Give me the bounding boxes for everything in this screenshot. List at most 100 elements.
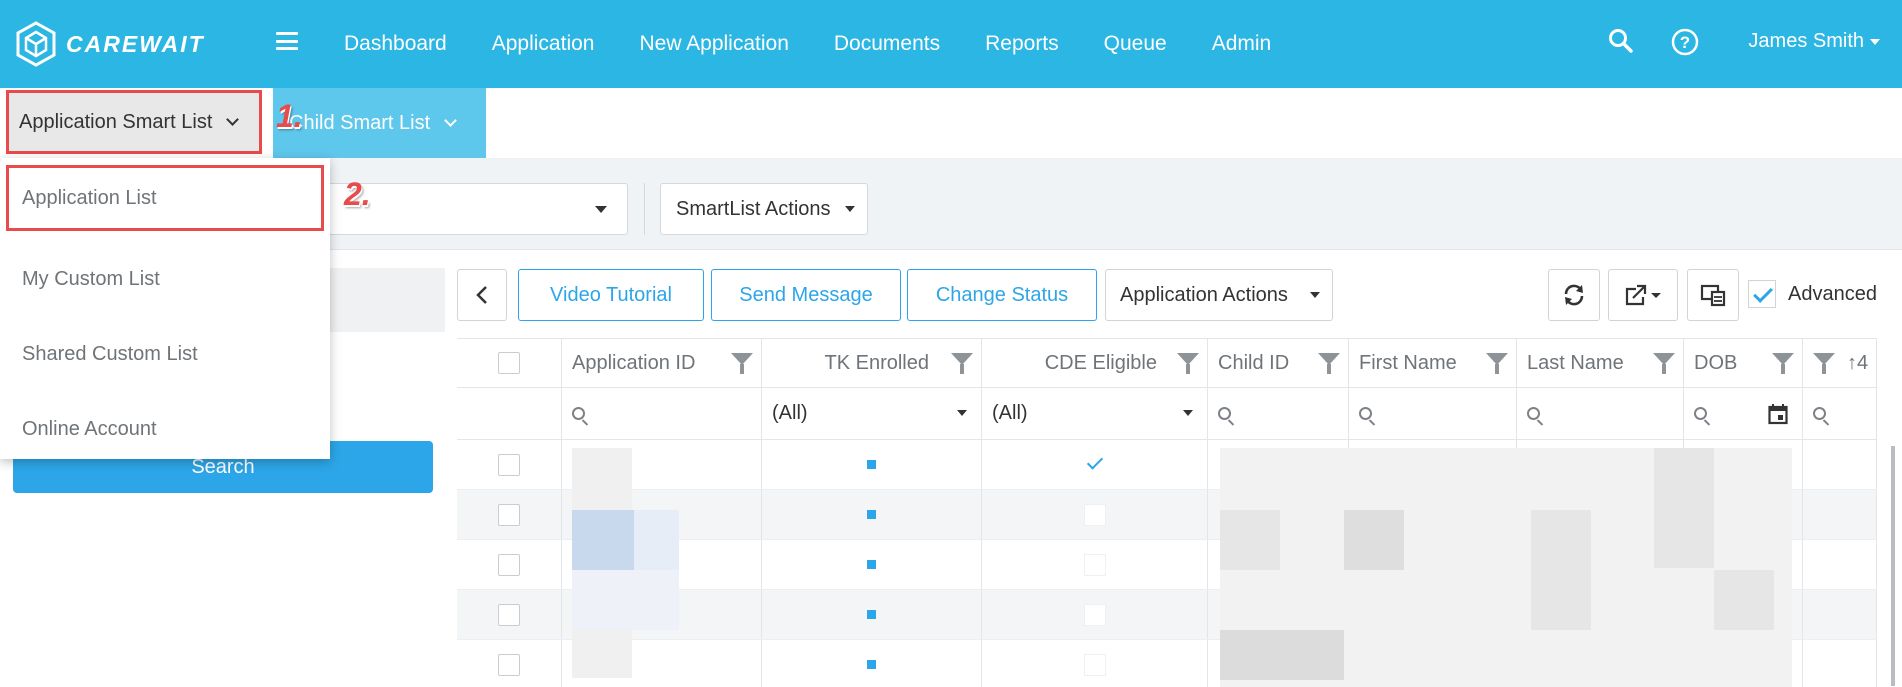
nav-admin[interactable]: Admin	[1212, 32, 1272, 56]
filter-funnel-icon[interactable]	[1813, 353, 1835, 374]
table-cell	[982, 440, 1208, 489]
video-tutorial-button[interactable]: Video Tutorial	[518, 269, 704, 321]
user-menu[interactable]: James Smith	[1748, 30, 1880, 53]
cde-eligible-checkbox	[1083, 603, 1106, 626]
nav-reports[interactable]: Reports	[985, 32, 1059, 56]
advanced-toggle[interactable]: Advanced	[1748, 280, 1877, 308]
nav-queue[interactable]: Queue	[1104, 32, 1167, 56]
help-icon[interactable]: ?	[1671, 28, 1699, 56]
menu-item-my-custom-list[interactable]: My Custom List	[0, 242, 330, 317]
send-message-button[interactable]: Send Message	[711, 269, 901, 321]
nav-documents[interactable]: Documents	[834, 32, 940, 56]
tk-enrolled-indicator	[867, 610, 876, 619]
cde-eligible-checkbox	[1083, 503, 1106, 526]
redacted-child-id	[1220, 510, 1280, 570]
column-header-application-id[interactable]: Application ID	[562, 339, 762, 387]
column-header-child-id[interactable]: Child ID	[1208, 339, 1349, 387]
column-header-dob[interactable]: DOB	[1684, 339, 1803, 387]
table-cell	[457, 590, 562, 639]
filter-child-id[interactable]	[1208, 388, 1349, 439]
row-checkbox[interactable]	[498, 653, 520, 676]
row-checkbox[interactable]	[498, 553, 520, 576]
back-button[interactable]	[457, 269, 507, 321]
column-header-label: CDE Eligible	[1044, 351, 1157, 374]
redacted-dob	[1714, 570, 1774, 630]
search-icon[interactable]	[1608, 28, 1634, 54]
table-cell	[1803, 440, 1877, 489]
menu-item-application-list[interactable]: Application List	[6, 165, 324, 231]
advanced-checkbox[interactable]	[1748, 280, 1776, 308]
annotation-step-2: 2.	[344, 176, 371, 212]
filter-last-name[interactable]	[1517, 388, 1684, 439]
filter-dob[interactable]	[1684, 388, 1803, 439]
table-cell	[982, 590, 1208, 639]
row-checkbox[interactable]	[498, 453, 520, 476]
chevron-down-icon	[226, 112, 240, 126]
table-cell	[457, 440, 562, 489]
column-header-cde-eligible[interactable]: CDE Eligible	[982, 339, 1208, 387]
filter-value: (All)	[772, 402, 808, 424]
nav-new-application[interactable]: New Application	[639, 32, 788, 56]
refresh-button[interactable]	[1548, 269, 1600, 321]
application-actions-button[interactable]: Application Actions	[1105, 269, 1333, 321]
row-checkbox[interactable]	[498, 503, 520, 526]
search-icon	[1359, 407, 1372, 420]
hamburger-menu-icon[interactable]	[276, 32, 298, 50]
cde-eligible-checkbox	[1083, 653, 1106, 676]
smart-list-dropdown-menu: Application List My Custom List Shared C…	[0, 158, 330, 459]
column-header-sorted[interactable]: ↑4	[1803, 339, 1877, 387]
menu-item-online-account[interactable]: Online Account	[0, 392, 330, 467]
filter-funnel-icon[interactable]	[1318, 353, 1340, 374]
logo-cube-icon	[16, 21, 56, 67]
refresh-icon	[1564, 284, 1584, 306]
redacted-first-name	[1344, 510, 1404, 570]
application-actions-label: Application Actions	[1120, 283, 1288, 306]
logo-text: CAREWAIT	[66, 30, 205, 57]
filter-funnel-icon[interactable]	[1486, 353, 1508, 374]
filter-funnel-icon[interactable]	[951, 353, 973, 374]
smartlist-actions-button[interactable]: SmartList Actions	[660, 183, 868, 235]
filter-last-column[interactable]	[1803, 388, 1877, 439]
table-cell	[762, 440, 982, 489]
filter-funnel-icon[interactable]	[1772, 353, 1794, 374]
filter-application-id[interactable]	[562, 388, 762, 439]
nav-dashboard[interactable]: Dashboard	[344, 32, 447, 56]
vertical-scrollbar[interactable]	[1891, 446, 1895, 686]
select-all-checkbox[interactable]	[498, 352, 520, 374]
tab-application-smart-list[interactable]: Application Smart List	[6, 90, 262, 154]
caret-down-icon	[957, 410, 967, 416]
grid-filter-row: (All) (All)	[457, 388, 1877, 440]
export-button[interactable]	[1608, 269, 1678, 321]
table-cell	[1803, 590, 1877, 639]
redacted-application-id	[572, 510, 634, 570]
nav-application[interactable]: Application	[492, 32, 595, 56]
redacted-application-id	[572, 570, 679, 630]
filter-funnel-icon[interactable]	[1653, 353, 1675, 374]
column-header-last-name[interactable]: Last Name	[1517, 339, 1684, 387]
tab-child-smart-list[interactable]: Child Smart List	[273, 88, 486, 158]
table-cell	[457, 540, 562, 589]
column-header-label: ↑4	[1847, 351, 1869, 374]
column-header-first-name[interactable]: First Name	[1349, 339, 1517, 387]
filter-cde-eligible[interactable]: (All)	[982, 388, 1208, 439]
table-cell	[1803, 640, 1877, 687]
logo[interactable]: CAREWAIT	[14, 20, 205, 68]
table-cell	[762, 590, 982, 639]
divider	[644, 183, 645, 235]
redacted-child-id	[1220, 630, 1344, 680]
change-status-button[interactable]: Change Status	[907, 269, 1097, 321]
filter-first-name[interactable]	[1349, 388, 1517, 439]
filter-tk-enrolled[interactable]: (All)	[762, 388, 982, 439]
calendar-icon[interactable]	[1768, 403, 1788, 425]
column-header-tk-enrolled[interactable]: TK Enrolled	[762, 339, 982, 387]
filter-value: (All)	[992, 402, 1028, 424]
redacted-application-id	[634, 510, 679, 570]
tab-application-smart-list-label: Application Smart List	[19, 110, 213, 133]
menu-item-shared-custom-list[interactable]: Shared Custom List	[0, 317, 330, 392]
filter-funnel-icon[interactable]	[731, 353, 753, 374]
smart-list-tabs: Application Smart List Child Smart List …	[0, 88, 1902, 158]
column-chooser-button[interactable]	[1687, 269, 1739, 321]
column-header-label: First Name	[1359, 351, 1457, 374]
row-checkbox[interactable]	[498, 603, 520, 626]
filter-funnel-icon[interactable]	[1177, 353, 1199, 374]
